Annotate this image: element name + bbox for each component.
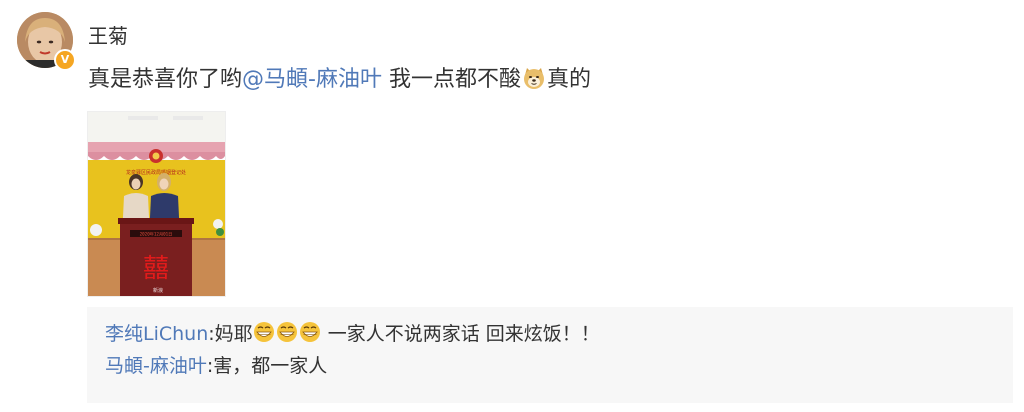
verified-badge-icon: V [54,49,76,71]
grin-emoji-icon [253,321,275,350]
doge-emoji-icon [522,66,546,99]
author-avatar[interactable]: V [17,12,76,71]
comment-item: 李纯LiChun:妈耶 一家人不说两家话 回来炫饭！！ [105,321,600,350]
podium-date-display: 2020年12月01日 [140,231,173,238]
comment-text-start: 妈耶 [214,323,253,345]
comment-text: 害，都一家人 [213,355,328,377]
post-text-end: 真的 [546,67,591,92]
post-photo[interactable]: 龙泉驿区民政局婚姻登记处 2020年12月01日 囍 新浪 [87,111,226,297]
wedding-registration-photo: 龙泉驿区民政局婚姻登记处 2020年12月01日 囍 新浪 [88,112,225,296]
comment-text-end: 一家人不说两家话 回来炫饭！！ [321,323,600,345]
photo-watermark: 新浪 [153,287,163,294]
grin-emoji-icon [276,321,298,350]
comment-username[interactable]: 马頔-麻油叶 [105,355,207,377]
post-text: 真是恭喜你了哟@马頔-麻油叶 我一点都不酸 真的 [88,65,591,99]
author-username[interactable]: 王菊 [88,20,128,49]
double-happiness-symbol: 囍 [143,254,169,284]
mention-link[interactable]: @马頔-麻油叶 [242,67,382,92]
comment-username[interactable]: 李纯LiChun [105,323,208,345]
post-text-middle: 我一点都不酸 [381,67,521,92]
grin-emoji-icon [299,321,321,350]
comments-section: 李纯LiChun:妈耶 一家人不说两家话 回来炫饭！！ 马頔-麻油叶:害，都一家… [87,307,1013,403]
comment-item: 马頔-麻油叶:害，都一家人 [105,353,327,379]
post-text-start: 真是恭喜你了哟 [88,67,243,92]
